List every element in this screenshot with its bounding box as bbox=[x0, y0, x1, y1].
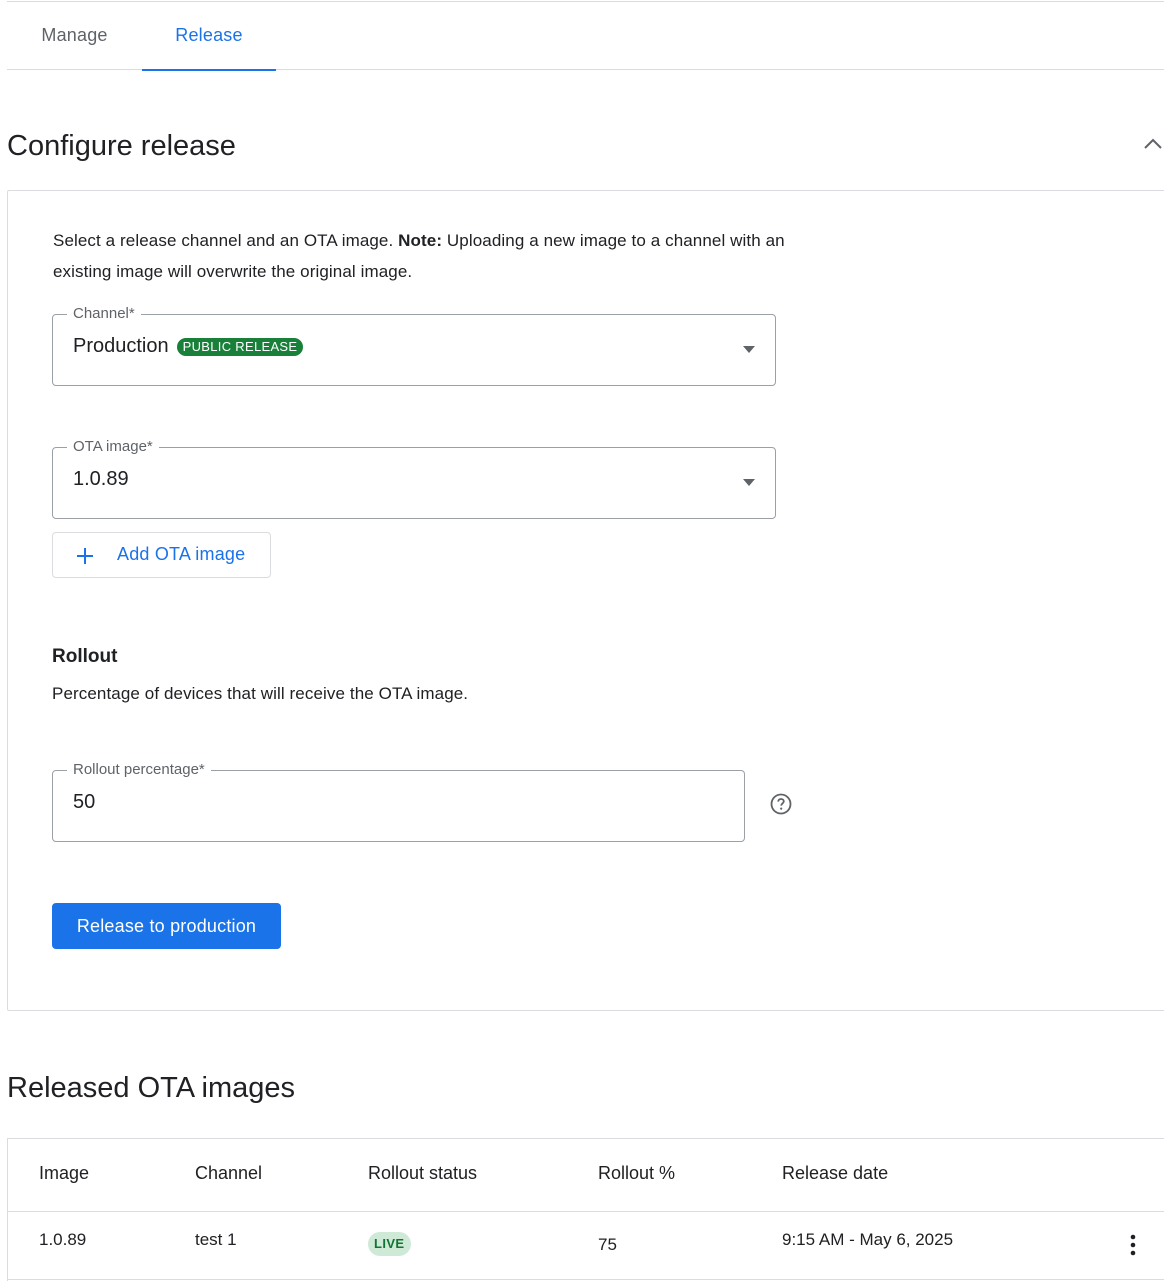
cell-rollout-percent: 75 bbox=[598, 1235, 617, 1254]
cell-release-date: 9:15 AM - May 6, 2025 bbox=[782, 1230, 954, 1249]
top-divider bbox=[7, 1, 1164, 2]
release-to-production-button[interactable]: Release to production bbox=[52, 903, 281, 949]
tab-release[interactable]: Release bbox=[142, 0, 276, 71]
column-header-rollout-percent: Rollout % bbox=[598, 1163, 676, 1183]
configure-release-card: Select a release channel and an OTA imag… bbox=[7, 190, 1164, 1011]
chevron-up-icon[interactable] bbox=[1142, 133, 1164, 155]
ota-image-select[interactable]: OTA image* 1.0.89 bbox=[52, 438, 776, 519]
release-description: Select a release channel and an OTA imag… bbox=[53, 225, 793, 287]
add-ota-image-label: Add OTA image bbox=[117, 544, 246, 564]
column-header-image: Image bbox=[39, 1163, 90, 1183]
description-prefix: Select a release channel and an OTA imag… bbox=[53, 231, 399, 250]
rollout-percentage-label: Rollout percentage* bbox=[67, 761, 211, 779]
ota-image-label: OTA image* bbox=[67, 438, 159, 456]
cell-image: 1.0.89 bbox=[39, 1230, 87, 1249]
cell-channel: test 1 bbox=[195, 1230, 237, 1249]
rollout-description: Percentage of devices that will receive … bbox=[52, 684, 469, 703]
configure-release-title: Configure release bbox=[7, 130, 236, 162]
dropdown-arrow-icon[interactable] bbox=[743, 479, 755, 486]
channel-select[interactable]: Channel* Production PUBLIC RELEASE bbox=[52, 305, 776, 386]
rollout-heading: Rollout bbox=[52, 646, 118, 667]
channel-label: Channel* bbox=[67, 305, 141, 323]
help-circle-icon[interactable] bbox=[770, 793, 792, 815]
ota-image-value: 1.0.89 bbox=[73, 468, 129, 490]
page: Manage Release Configure release Select … bbox=[0, 0, 1164, 1281]
rollout-percentage-field[interactable]: Rollout percentage* 50 bbox=[52, 761, 745, 842]
column-header-channel: Channel bbox=[195, 1163, 263, 1183]
description-note-label: Note: bbox=[398, 231, 443, 250]
live-status-badge: LIVE bbox=[368, 1232, 411, 1256]
tab-manage[interactable]: Manage bbox=[7, 0, 142, 70]
table-header: Image Channel Rollout status Rollout % R… bbox=[8, 1139, 1164, 1212]
released-images-table: Image Channel Rollout status Rollout % R… bbox=[7, 1138, 1164, 1281]
channel-value: Production bbox=[73, 335, 169, 357]
column-header-rollout-status: Rollout status bbox=[368, 1163, 478, 1183]
released-ota-images-title: Released OTA images bbox=[7, 1072, 295, 1104]
public-release-badge: PUBLIC RELEASE bbox=[176, 337, 304, 356]
tab-bar: Manage Release bbox=[7, 0, 1164, 71]
column-header-release-date: Release date bbox=[782, 1163, 889, 1183]
plus-icon bbox=[77, 548, 93, 564]
table-row: 1.0.89 test 1 LIVE 75 9:15 AM - May 6, 2… bbox=[8, 1212, 1164, 1280]
dropdown-arrow-icon[interactable] bbox=[743, 346, 755, 353]
rollout-percentage-value[interactable]: 50 bbox=[73, 791, 95, 814]
more-vert-icon[interactable] bbox=[1123, 1233, 1143, 1257]
add-ota-image-button[interactable]: Add OTA image bbox=[52, 532, 271, 578]
